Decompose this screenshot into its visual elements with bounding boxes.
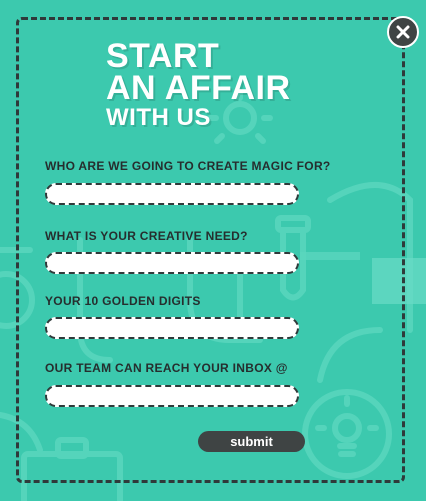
- phone-input[interactable]: [45, 317, 299, 339]
- submit-button[interactable]: submit: [198, 431, 305, 452]
- phone-label: YOUR 10 GOLDEN DIGITS: [45, 294, 201, 308]
- close-button[interactable]: [387, 16, 419, 48]
- title-line-3: WITH US: [106, 104, 211, 131]
- creative-need-input[interactable]: [45, 252, 299, 274]
- title-line-2: AN AFFAIR: [106, 69, 291, 107]
- name-label: WHO ARE WE GOING TO CREATE MAGIC FOR?: [45, 159, 331, 173]
- page-title: START AN AFFAIR WITH US: [106, 37, 291, 132]
- close-icon: [396, 25, 410, 39]
- creative-need-label: WHAT IS YOUR CREATIVE NEED?: [45, 229, 248, 243]
- contact-modal: START AN AFFAIR WITH US WHO ARE WE GOING…: [0, 0, 426, 501]
- title-line-1: START: [106, 37, 220, 75]
- name-input[interactable]: [45, 183, 299, 205]
- email-label: OUR TEAM CAN REACH YOUR INBOX @: [45, 361, 288, 375]
- email-input[interactable]: [45, 385, 299, 407]
